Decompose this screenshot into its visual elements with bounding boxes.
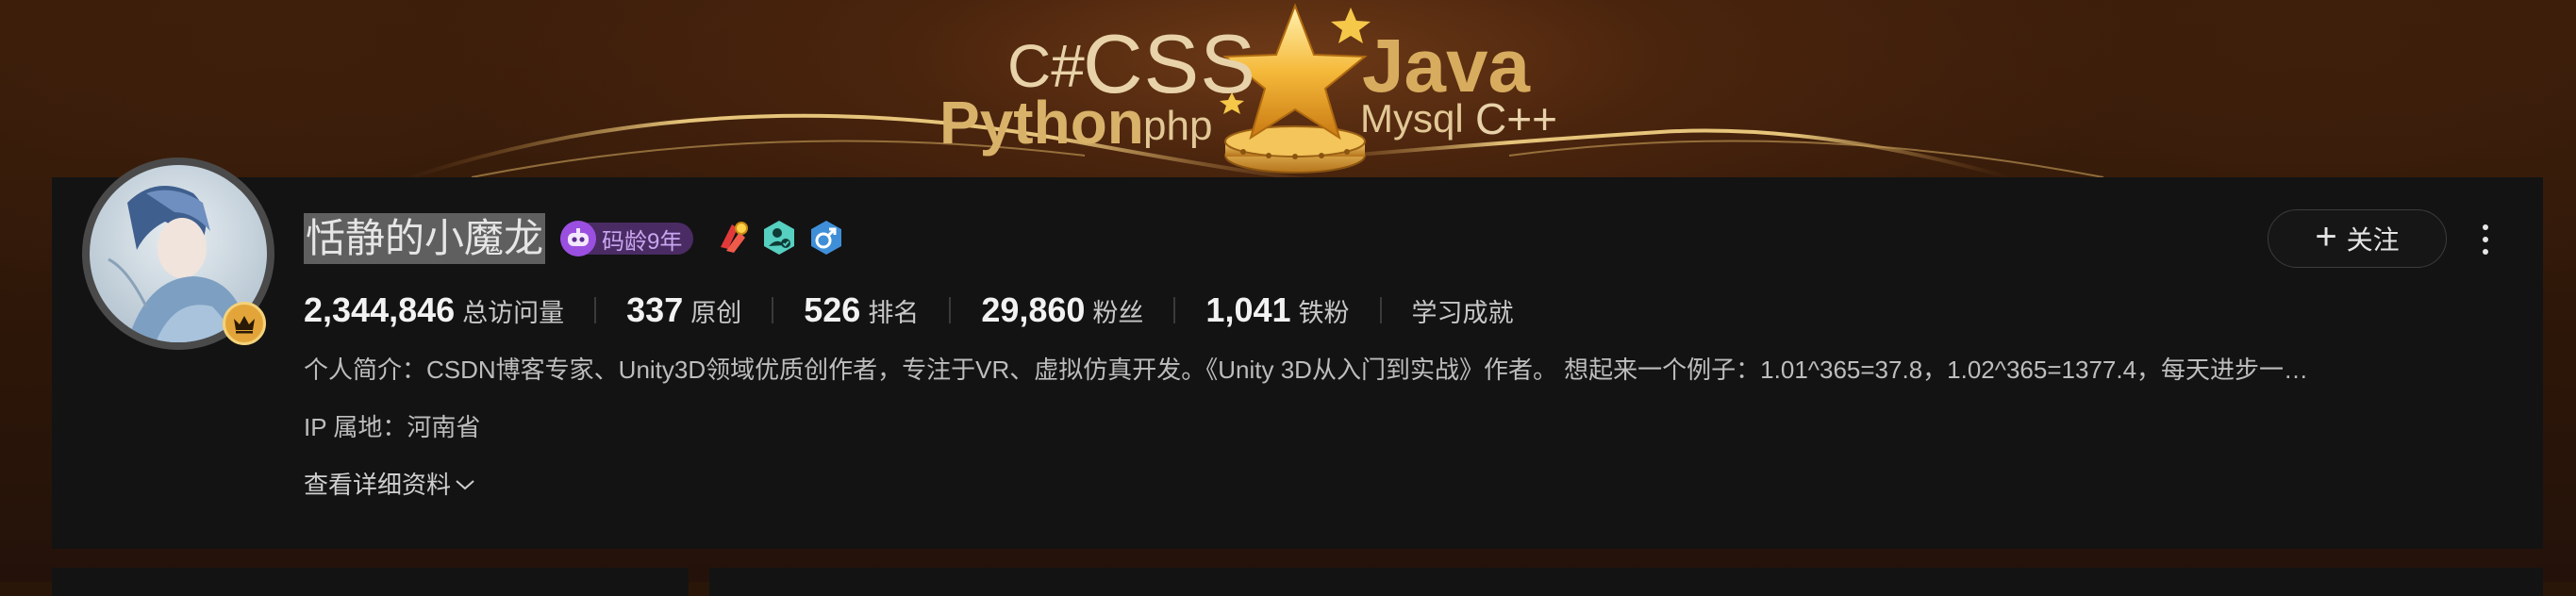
stat-value: 2,344,846	[304, 290, 456, 329]
banner-word-cpp: C++	[1475, 94, 1557, 143]
stat-value: 29,860	[981, 290, 1086, 329]
code-age-text: 码龄9年	[602, 228, 683, 255]
stat-iron-fans[interactable]: 1,041 铁粉	[1205, 290, 1349, 330]
code-age-badge: 码龄9年	[560, 221, 694, 257]
divider	[594, 297, 597, 323]
stat-label: 粉丝	[1092, 299, 1144, 327]
details-label: 查看详细资料	[304, 471, 452, 499]
chevron-down-icon	[456, 480, 474, 490]
banner-word-java: Java	[1362, 24, 1530, 108]
stat-value: 526	[804, 290, 861, 329]
ip-location: IP 属地：河南省	[304, 413, 481, 441]
stats-row: 2,344,846 总访问量 337 原创 526 排名 29,860 粉丝 1…	[304, 289, 1514, 332]
robot-face-icon	[560, 221, 596, 257]
stat-rank[interactable]: 526 排名	[804, 290, 919, 330]
stat-label: 总访问量	[462, 299, 565, 327]
follow-label: 关注	[2346, 225, 2400, 255]
crown-icon	[223, 302, 266, 345]
bio-text: 个人简介：CSDN博客专家、Unity3D领域优质创作者，专注于VR、虚拟仿真开…	[304, 356, 2309, 384]
banner-word-csharp: C#	[1007, 32, 1085, 100]
divider	[949, 297, 952, 323]
divider	[1379, 297, 1382, 323]
divider	[1173, 297, 1176, 323]
stat-visits[interactable]: 2,344,846 总访问量	[304, 290, 564, 330]
banner-word-mysql: Mysql	[1360, 96, 1464, 141]
divider	[772, 297, 774, 323]
plus-icon: +	[2315, 216, 2337, 257]
stat-label: 排名	[868, 299, 920, 327]
view-details-link[interactable]: 查看详细资料	[304, 466, 475, 504]
left-panel	[52, 568, 689, 596]
achievements-link[interactable]: 学习成就	[1412, 292, 1514, 329]
more-vertical-icon[interactable]	[2471, 215, 2500, 264]
stat-label: 原创	[690, 299, 742, 327]
stat-fans[interactable]: 29,860 粉丝	[981, 290, 1143, 330]
stat-value: 1,041	[1205, 290, 1291, 329]
red-medal-icon[interactable]	[713, 219, 751, 257]
stat-original[interactable]: 337 原创	[626, 290, 741, 330]
banner-decoration	[405, 3, 2104, 182]
stat-value: 337	[626, 290, 684, 329]
banner-word-python: Python	[939, 89, 1144, 157]
stat-label: 铁粉	[1298, 299, 1350, 327]
user-check-icon[interactable]	[760, 219, 798, 257]
profile-name[interactable]: 恬静的小魔龙	[304, 213, 546, 264]
right-panel	[709, 568, 2543, 596]
gender-male-icon	[807, 219, 845, 257]
follow-button[interactable]: + 关注	[2268, 209, 2447, 268]
banner-word-php: php	[1143, 103, 1213, 149]
